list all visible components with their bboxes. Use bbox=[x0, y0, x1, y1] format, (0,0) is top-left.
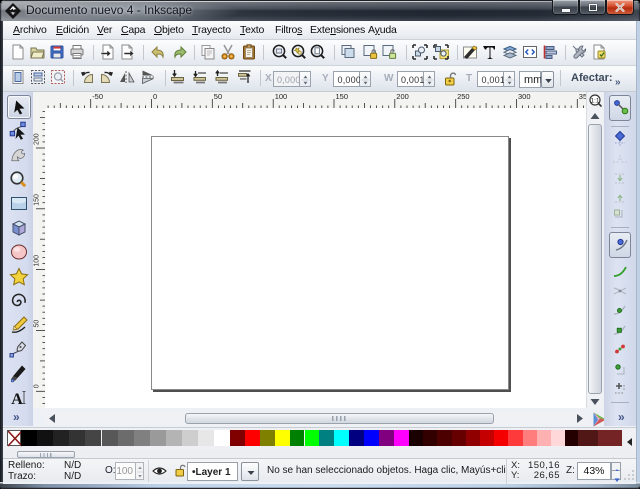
svg-text:250: 250 bbox=[457, 92, 470, 101]
svg-text:-50: -50 bbox=[92, 92, 103, 101]
svg-text:A: A bbox=[11, 391, 23, 408]
svg-text:200: 200 bbox=[34, 133, 41, 145]
svg-text:200: 200 bbox=[396, 92, 409, 101]
svg-text:50: 50 bbox=[214, 92, 222, 101]
svg-text:100: 100 bbox=[275, 92, 288, 101]
svg-text:350: 350 bbox=[579, 92, 586, 101]
svg-text:50: 50 bbox=[34, 320, 41, 328]
svg-text:150: 150 bbox=[34, 194, 41, 206]
svg-text:0: 0 bbox=[34, 384, 41, 388]
svg-text:1:1: 1:1 bbox=[590, 98, 599, 105]
svg-text:100: 100 bbox=[34, 255, 41, 267]
svg-text:300: 300 bbox=[518, 92, 531, 101]
svg-text:0: 0 bbox=[153, 92, 157, 101]
svg-text:150: 150 bbox=[336, 92, 349, 101]
